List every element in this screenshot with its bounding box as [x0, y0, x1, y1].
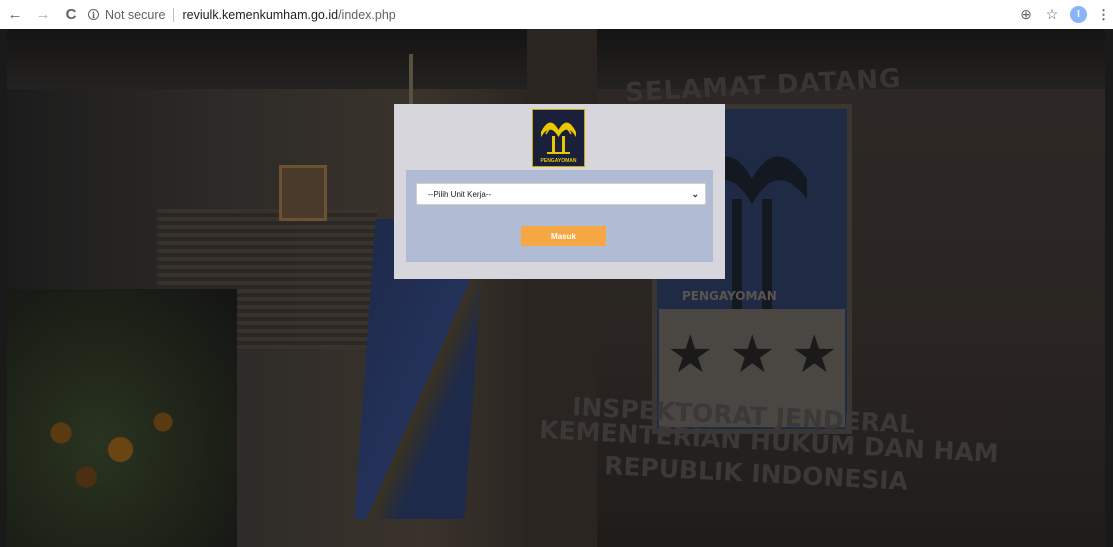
- bg-star-icon: ★: [791, 325, 838, 385]
- login-card: PENGAYOMAN --Pilih Unit Kerja-- ⌄ Masuk: [394, 104, 725, 279]
- info-icon[interactable]: i: [88, 9, 99, 20]
- zoom-icon[interactable]: ⊕: [1018, 6, 1034, 23]
- bg-star-icon: ★: [667, 325, 714, 385]
- url-path: /index.php: [338, 7, 396, 22]
- back-icon[interactable]: ←: [5, 5, 25, 25]
- logo: PENGAYOMAN: [532, 109, 585, 167]
- unit-kerja-select[interactable]: --Pilih Unit Kerja-- ⌄: [416, 183, 706, 205]
- security-label: Not secure: [105, 7, 166, 22]
- toolbar-actions: ⊕ ☆ I ⋮: [1018, 4, 1110, 25]
- login-panel: --Pilih Unit Kerja-- ⌄ Masuk: [406, 170, 713, 262]
- bg-picture-frame: [279, 165, 327, 221]
- divider: [173, 7, 175, 22]
- forward-icon[interactable]: →: [33, 5, 53, 25]
- pengayoman-logo-icon: [541, 122, 576, 154]
- logo-label: PENGAYOMAN: [540, 158, 577, 164]
- browser-toolbar: ← → C i Not secure reviulk.kemenkumham.g…: [0, 0, 1113, 29]
- bookmark-star-icon[interactable]: ☆: [1044, 6, 1060, 23]
- bg-flowers: [27, 389, 197, 499]
- bg-emblem-label: PENGAYOMAN: [682, 289, 777, 303]
- menu-dots-icon[interactable]: ⋮: [1097, 7, 1110, 23]
- reload-icon[interactable]: C: [61, 5, 81, 25]
- masuk-button[interactable]: Masuk: [521, 226, 606, 246]
- chevron-down-icon: ⌄: [691, 189, 699, 199]
- unit-kerja-select-value: --Pilih Unit Kerja--: [428, 189, 492, 199]
- bg-star-icon: ★: [729, 325, 776, 385]
- url-host: reviulk.kemenkumham.go.id: [182, 7, 339, 22]
- profile-avatar[interactable]: I: [1070, 6, 1087, 23]
- address-bar[interactable]: i Not secure reviulk.kemenkumham.go.id /…: [88, 4, 1018, 25]
- page-content: SELAMAT DATANG PENGAYOMAN ★ ★ ★ INSPEKTO…: [0, 29, 1113, 547]
